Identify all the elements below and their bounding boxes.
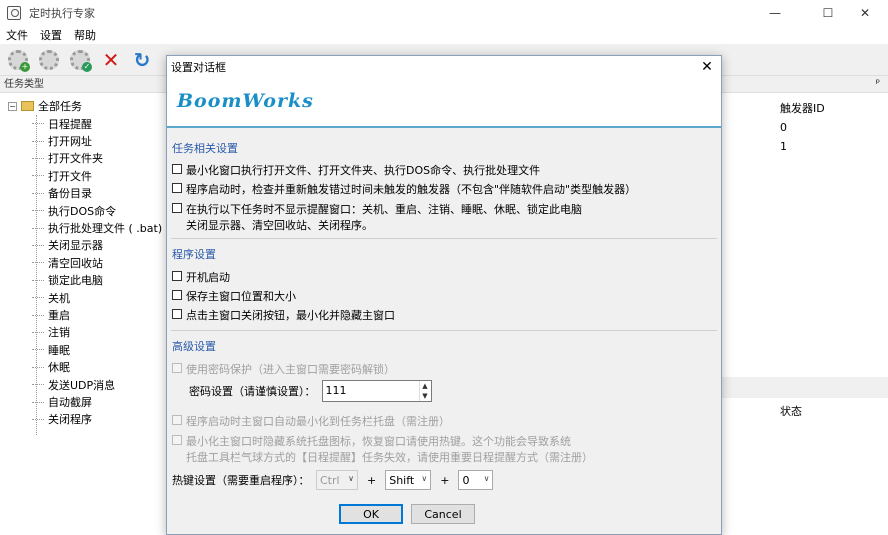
menu-file[interactable]: 文件 xyxy=(6,27,28,43)
gear-icon xyxy=(39,50,59,70)
close-button[interactable]: ✕ xyxy=(842,0,888,26)
add-task-button[interactable]: + xyxy=(6,48,30,72)
edit-task-button[interactable] xyxy=(37,48,61,72)
app-clock-icon xyxy=(7,6,21,20)
separator xyxy=(171,238,717,239)
option-save-window-pos[interactable]: 保存主窗口位置和大小 xyxy=(172,288,296,304)
hotkey-row: 热键设置（需要重启程序）： Ctrl ∨ + Shift ∨ + 0 ∨ xyxy=(172,470,494,490)
chevron-down-icon: ∨ xyxy=(421,474,428,483)
checkbox[interactable] xyxy=(172,363,182,373)
tree-root-label: 全部任务 xyxy=(38,100,82,113)
task-type-panel: 任务类型 − 全部任务 日程提醒 打开网址 打开文件夹 打开文件 备份目录 执行… xyxy=(0,77,172,535)
checkbox[interactable] xyxy=(172,309,182,319)
settings-dialog: 设置对话框 ✕ BoomWorks 任务相关设置 最小化窗口执行打开文件、打开文… xyxy=(166,55,722,535)
option-autostart[interactable]: 开机启动 xyxy=(172,269,230,285)
hotkey-ctrl-select[interactable]: Ctrl ∨ xyxy=(316,470,358,490)
logo-banner: BoomWorks xyxy=(167,78,721,128)
tree-item[interactable]: 关闭显示器 xyxy=(32,237,103,254)
tree-item[interactable]: 关机 xyxy=(32,289,70,306)
tree-item[interactable]: 打开文件夹 xyxy=(32,150,103,167)
dialog-close-button[interactable]: ✕ xyxy=(693,56,721,78)
checkbox[interactable] xyxy=(172,183,182,193)
status-header[interactable]: 状态 xyxy=(780,403,802,419)
option-minimize-to-tray[interactable]: 程序启动时主窗口自动最小化到任务栏托盘（需注册） xyxy=(172,413,450,429)
hotkey-shift-select[interactable]: Shift ∨ xyxy=(385,470,432,490)
hotkey-label: 热键设置（需要重启程序）： xyxy=(172,474,310,487)
main-titlebar: 定时执行专家 — ☐ ✕ xyxy=(0,0,888,26)
tree-item[interactable]: 重启 xyxy=(32,306,70,323)
ok-button[interactable]: OK xyxy=(339,504,403,524)
option-hide-tray-icon[interactable]: 最小化主窗口时隐藏系统托盘图标，恢复窗口请使用热键。这个功能会导致系统 托盘工具… xyxy=(172,433,593,465)
delete-task-button[interactable]: ✕ xyxy=(99,48,123,72)
tree-item[interactable]: 清空回收站 xyxy=(32,254,103,271)
section-advanced-title: 高级设置 xyxy=(172,340,216,353)
option-close-to-tray[interactable]: 点击主窗口关闭按钮，最小化并隐藏主窗口 xyxy=(172,307,395,323)
tree-item[interactable]: 发送UDP消息 xyxy=(32,376,115,393)
checkbox[interactable] xyxy=(172,271,182,281)
tree-item[interactable]: 日程提醒 xyxy=(32,115,92,132)
tree-item[interactable]: 自动截屏 xyxy=(32,393,92,410)
section-task-title: 任务相关设置 xyxy=(172,142,238,155)
tree-item[interactable]: 打开网址 xyxy=(32,132,92,149)
delete-x-icon: ✕ xyxy=(102,48,120,72)
tree-item[interactable]: 休眠 xyxy=(32,359,70,376)
option-recheck-triggers[interactable]: 程序启动时，检查并重新触发错过时间未触发的触发器（不包含"伴随软件启动"类型触发… xyxy=(172,181,636,197)
checkbox[interactable] xyxy=(172,415,182,425)
refresh-icon: ↻ xyxy=(133,48,151,72)
tree-root[interactable]: − 全部任务 xyxy=(8,98,82,114)
chevron-down-icon: ∨ xyxy=(483,474,490,483)
collapse-icon[interactable]: − xyxy=(8,101,17,111)
trigger-id-cell: 0 xyxy=(780,121,787,134)
checkbox[interactable] xyxy=(172,203,182,213)
tree-item[interactable]: 锁定此电脑 xyxy=(32,272,103,289)
window-title: 定时执行专家 xyxy=(29,7,95,20)
boomworks-logo: BoomWorks xyxy=(177,90,314,112)
password-row: 密码设置（请谨慎设置）： 111 ▲ ▼ xyxy=(189,380,432,402)
dialog-titlebar: 设置对话框 xyxy=(167,56,721,78)
tree-item[interactable]: 备份目录 xyxy=(32,185,92,202)
tree-item[interactable]: 注销 xyxy=(32,324,70,341)
pin-icon[interactable]: ᵖ xyxy=(876,78,880,89)
password-spin[interactable]: ▲ ▼ xyxy=(418,381,431,401)
cancel-button[interactable]: Cancel xyxy=(411,504,475,524)
tree-item[interactable]: 执行批处理文件 ( .bat) xyxy=(32,219,162,236)
menu-help[interactable]: 帮助 xyxy=(74,27,96,43)
option-minimize-exec[interactable]: 最小化窗口执行打开文件、打开文件夹、执行DOS命令、执行批处理文件 xyxy=(172,162,540,178)
option-password-protect[interactable]: 使用密码保护（进入主窗口需要密码解锁） xyxy=(172,361,395,377)
chevron-down-icon: ∨ xyxy=(348,474,354,483)
trigger-list-header-bar: ᵖ xyxy=(721,77,888,93)
password-input[interactable]: 111 ▲ ▼ xyxy=(321,380,432,402)
tree-item[interactable]: 打开文件 xyxy=(32,167,92,184)
gear-add-icon: + xyxy=(8,50,30,72)
hotkey-key-select[interactable]: 0 ∨ xyxy=(458,470,494,490)
menu-settings[interactable]: 设置 xyxy=(40,27,62,43)
menubar: 文件 设置 帮助 xyxy=(0,26,888,44)
folder-icon xyxy=(21,101,34,111)
section-program-title: 程序设置 xyxy=(172,248,216,261)
enable-task-button[interactable]: ✓ xyxy=(68,48,92,72)
trigger-id-header[interactable]: 触发器ID xyxy=(780,100,825,116)
checkbox[interactable] xyxy=(172,435,182,445)
separator xyxy=(171,330,717,331)
trigger-list: ᵖ 触发器ID 0 1 xyxy=(721,77,888,377)
task-type-header: 任务类型 xyxy=(0,77,171,93)
dialog-title: 设置对话框 xyxy=(171,61,226,74)
checkbox[interactable] xyxy=(172,164,182,174)
status-list: 状态 xyxy=(721,398,888,535)
refresh-button[interactable]: ↻ xyxy=(130,48,154,72)
checkbox[interactable] xyxy=(172,290,182,300)
option-no-reminder-window[interactable]: 在执行以下任务时不显示提醒窗口：关机、重启、注销、睡眠、休眠、锁定此电脑 关闭显… xyxy=(172,201,582,233)
gear-check-icon: ✓ xyxy=(70,50,92,72)
password-label: 密码设置（请谨慎设置）： xyxy=(189,385,316,398)
trigger-id-cell: 1 xyxy=(780,140,787,153)
tree-item[interactable]: 睡眠 xyxy=(32,341,70,358)
tree-item[interactable]: 关闭程序 xyxy=(32,411,92,428)
tree-item[interactable]: 执行DOS命令 xyxy=(32,202,116,219)
minimize-button[interactable]: — xyxy=(752,0,798,26)
